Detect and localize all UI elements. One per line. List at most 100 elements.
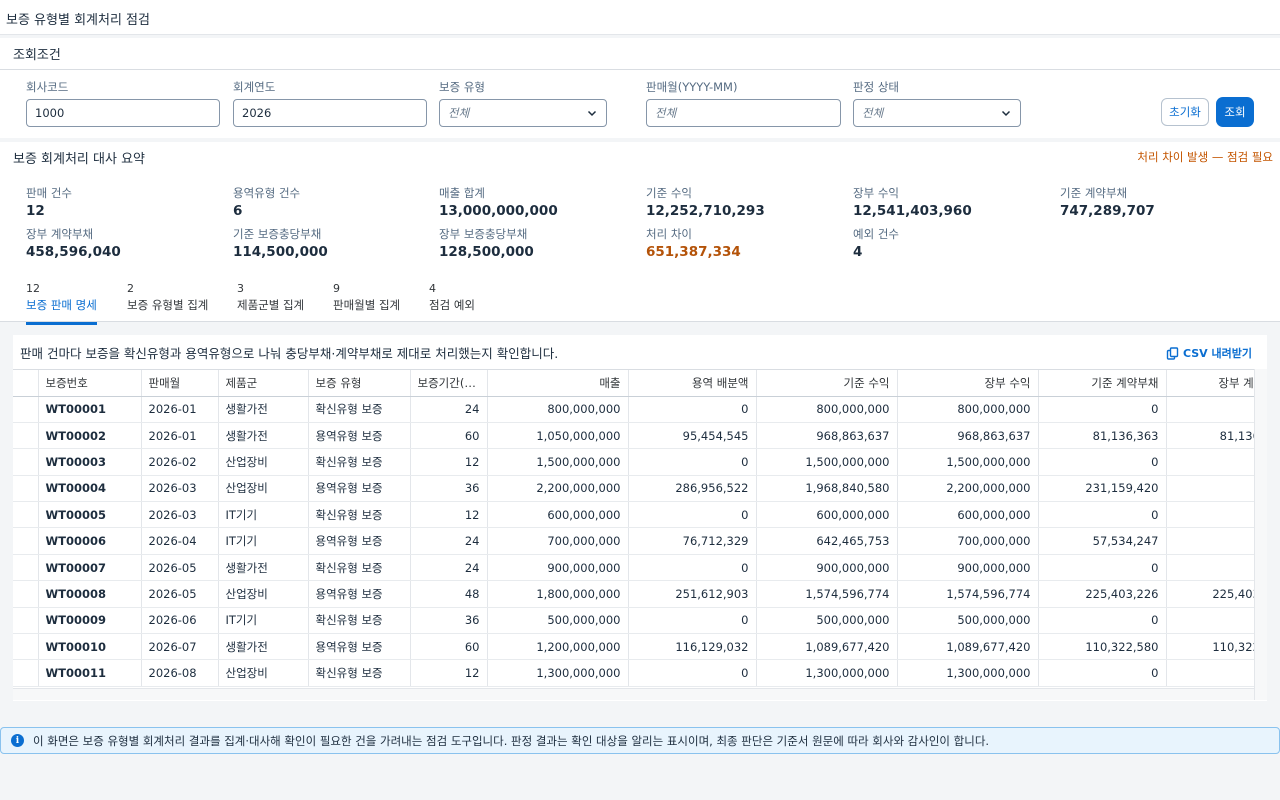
- table-cell: 500,000,000: [487, 607, 629, 635]
- row-selector[interactable]: [13, 633, 39, 661]
- tab-by-product-group[interactable]: 3 제품군별 집계: [237, 282, 304, 322]
- warranty-type-select[interactable]: 전체: [439, 99, 607, 127]
- table-cell: 1,574,596,774: [897, 580, 1039, 608]
- table-cell: 0: [1166, 475, 1254, 503]
- column-header[interactable]: 제품군: [218, 370, 309, 397]
- row-selector[interactable]: [13, 580, 39, 608]
- table-cell: 81,136,363: [1166, 422, 1254, 450]
- table-cell: 0: [1038, 501, 1167, 529]
- table-cell: 900,000,000: [897, 554, 1039, 582]
- table-cell: 36: [410, 475, 488, 503]
- table-body: WT00001 2026-01 생활가전 확신유형 보증 24 800,000,000 0 8…: [13, 396, 1254, 687]
- table-cell: 0: [628, 607, 757, 635]
- sales-table-card: 판매 건마다 보증을 확신유형과 용역유형으로 나눠 충당부채·계약부채로 제대…: [13, 335, 1267, 701]
- tab-by-sales-month[interactable]: 9 판매월별 집계: [333, 282, 400, 322]
- csv-download-label: CSV 내려받기: [1182, 347, 1252, 360]
- column-header[interactable]: 장부 수익: [897, 370, 1039, 397]
- table-cell: 0: [1166, 501, 1254, 529]
- column-header[interactable]: 보증 유형: [308, 370, 411, 397]
- table-cell: IT기기: [218, 607, 309, 635]
- row-selector-header[interactable]: [13, 370, 39, 397]
- reset-button[interactable]: 초기화: [1161, 98, 1209, 126]
- table-cell: 1,200,000,000: [487, 633, 629, 661]
- column-header[interactable]: 판매월: [141, 370, 219, 397]
- tab-exceptions[interactable]: 4 점검 예외: [429, 282, 475, 322]
- horizontal-scrollbar[interactable]: [13, 688, 1254, 700]
- row-selector[interactable]: [13, 475, 39, 503]
- info-message: 이 화면은 보증 유형별 회계처리 결과를 집계·대사해 확인이 필요한 건을 …: [33, 733, 990, 748]
- table-cell: 24: [410, 396, 488, 423]
- tab-by-warranty-type[interactable]: 2 보증 유형별 집계: [127, 282, 208, 322]
- judgment-status-select[interactable]: 전체: [853, 99, 1021, 127]
- fiscal-year-label: 회계연도: [233, 80, 276, 94]
- tab-count: 4: [429, 282, 436, 295]
- row-selector[interactable]: [13, 607, 39, 635]
- table-row[interactable]: WT00008 2026-05 산업장비 용역유형 보증 48 1,800,000,000…: [13, 580, 1254, 608]
- table-cell: 1,500,000,000: [897, 448, 1039, 476]
- table-cell: WT00001: [38, 396, 142, 423]
- sales-month-input[interactable]: 전체: [646, 99, 841, 127]
- kpi-base-contract-liability: 기준 계약부채 747,289,707: [1060, 185, 1155, 219]
- table-row[interactable]: WT00007 2026-05 생활가전 확신유형 보증 24 900,000,000 0 9…: [13, 554, 1254, 582]
- table-cell: 968,863,637: [756, 422, 898, 450]
- table-row[interactable]: WT00002 2026-01 생활가전 용역유형 보증 60 1,050,000,000…: [13, 422, 1254, 450]
- table-cell: WT00006: [38, 527, 142, 555]
- table-cell: 1,500,000,000: [756, 448, 898, 476]
- judgment-status-label: 판정 상태: [853, 80, 899, 94]
- table-row[interactable]: WT00005 2026-03 IT기기 확신유형 보증 12 600,000,000 0 6…: [13, 501, 1254, 529]
- tab-count: 2: [127, 282, 134, 295]
- warranty-type-field: 보증 유형 전체: [439, 79, 607, 127]
- table-cell: 확신유형 보증: [308, 501, 411, 529]
- column-header[interactable]: 기준 계약부채: [1038, 370, 1167, 397]
- table-cell: 확신유형 보증: [308, 448, 411, 476]
- judgment-status-value: 전체: [862, 106, 884, 120]
- table-cell: 110,322,580: [1166, 633, 1254, 661]
- row-selector[interactable]: [13, 422, 39, 450]
- table-row[interactable]: WT00003 2026-02 산업장비 확신유형 보증 12 1,500,000,000…: [13, 448, 1254, 476]
- row-selector[interactable]: [13, 448, 39, 476]
- document-copy-icon: [1166, 346, 1179, 360]
- column-header[interactable]: 장부 계약부채: [1166, 370, 1254, 397]
- tab-warranty-sales[interactable]: 12 보증 판매 명세: [26, 282, 97, 325]
- table-cell: 1,500,000,000: [487, 448, 629, 476]
- tab-count: 9: [333, 282, 340, 295]
- table-cell: 1,300,000,000: [756, 659, 898, 687]
- table-row[interactable]: WT00004 2026-03 산업장비 용역유형 보증 36 2,200,000,000…: [13, 475, 1254, 503]
- search-button[interactable]: 조회: [1216, 97, 1254, 127]
- table-row[interactable]: WT00009 2026-06 IT기기 확신유형 보증 36 500,000,000 0 5…: [13, 607, 1254, 635]
- table-cell: 0: [1038, 659, 1167, 687]
- table-cell: WT00004: [38, 475, 142, 503]
- kpi-value: 458,596,040: [26, 244, 121, 260]
- table-cell: 1,300,000,000: [487, 659, 629, 687]
- vertical-scrollbar[interactable]: [1254, 369, 1267, 700]
- column-header[interactable]: 용역 배분액: [628, 370, 757, 397]
- column-header[interactable]: 기준 수익: [756, 370, 898, 397]
- table-row[interactable]: WT00010 2026-07 생활가전 용역유형 보증 60 1,200,000,000…: [13, 633, 1254, 661]
- table-row[interactable]: WT00001 2026-01 생활가전 확신유형 보증 24 800,000,000 0 8…: [13, 396, 1254, 423]
- row-selector[interactable]: [13, 527, 39, 555]
- table-row[interactable]: WT00011 2026-08 산업장비 확신유형 보증 12 1,300,000,000…: [13, 659, 1254, 687]
- column-header[interactable]: 매출: [487, 370, 629, 397]
- column-header[interactable]: 보증기간(개월): [410, 370, 488, 397]
- company-code-input[interactable]: 1000: [26, 99, 220, 127]
- fiscal-year-input[interactable]: 2026: [233, 99, 427, 127]
- table-cell: 용역유형 보증: [308, 633, 411, 661]
- page-title: 보증 유형별 회계처리 점검: [0, 0, 1280, 35]
- table-cell: 800,000,000: [487, 396, 629, 423]
- kpi-sales-count: 판매 건수 12: [26, 185, 72, 219]
- csv-download-button[interactable]: CSV 내려받기: [1166, 345, 1252, 361]
- table-cell: 24: [410, 527, 488, 555]
- row-selector[interactable]: [13, 396, 39, 423]
- table-row[interactable]: WT00006 2026-04 IT기기 용역유형 보증 24 700,000,000 76…: [13, 527, 1254, 555]
- row-selector[interactable]: [13, 554, 39, 582]
- table-cell: 0: [1166, 607, 1254, 635]
- row-selector[interactable]: [13, 659, 39, 687]
- tab-label: 보증 유형별 집계: [127, 298, 209, 312]
- table-cell: WT00007: [38, 554, 142, 582]
- table-cell: 2026-05: [141, 554, 219, 582]
- row-selector[interactable]: [13, 501, 39, 529]
- table-cell: 2026-05: [141, 580, 219, 608]
- column-header[interactable]: 보증번호: [38, 370, 142, 397]
- kpi-service-count: 용역유형 건수 6: [233, 185, 300, 219]
- table-cell: 60: [410, 633, 488, 661]
